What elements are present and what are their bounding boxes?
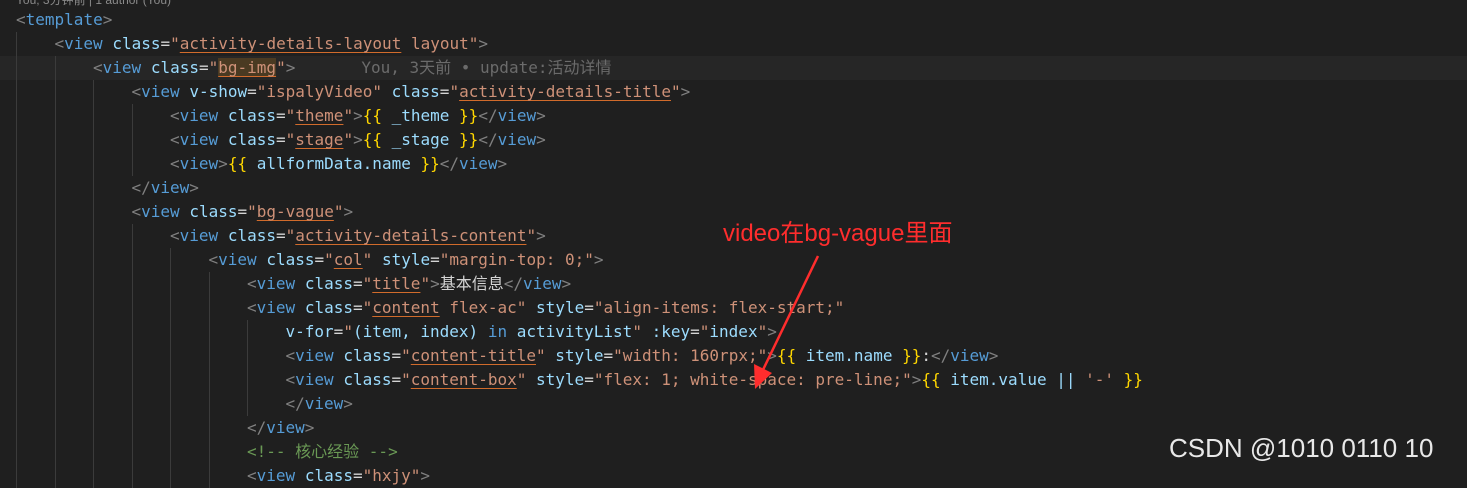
- annotation-label: video在bg-vague里面: [723, 220, 953, 247]
- csdn-watermark: CSDN @1010 0110 10: [1169, 433, 1434, 463]
